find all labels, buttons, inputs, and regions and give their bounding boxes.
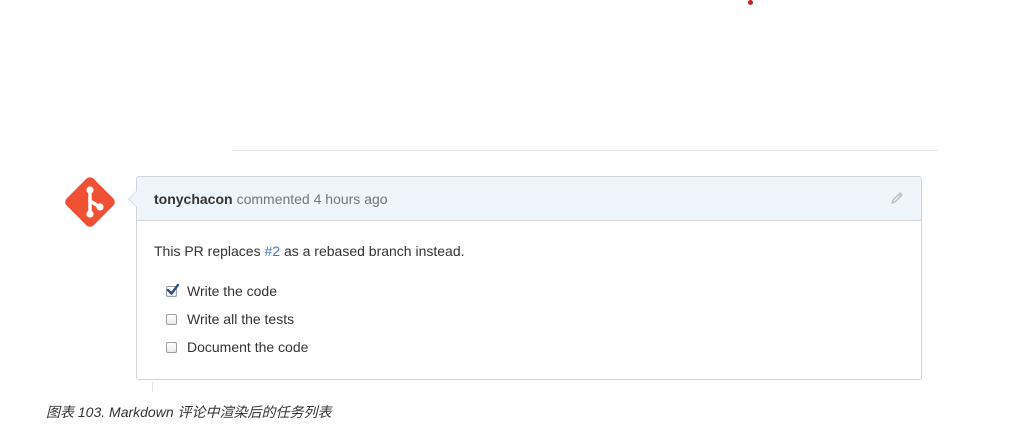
comment-header: tonychacon commented 4 hours ago: [128, 177, 921, 221]
task-checkbox[interactable]: [166, 341, 177, 353]
comment-box: tonychacon commented 4 hours ago This PR…: [128, 176, 922, 380]
figure-caption: 图表 103. Markdown 评论中渲染后的任务列表: [46, 404, 332, 420]
task-list: Write the code Write all the tests Docum…: [154, 277, 904, 361]
checkmark-icon: [166, 283, 180, 295]
red-dot: [748, 0, 753, 5]
task-label: Write the code: [187, 283, 278, 299]
comment-text: This PR replaces #2 as a rebased branch …: [154, 243, 465, 259]
pencil-icon[interactable]: [889, 190, 905, 206]
git-logo-icon: [65, 177, 115, 227]
comment-author[interactable]: tonychacon: [154, 191, 233, 207]
task-item: Document the code: [154, 333, 904, 361]
timeline-line: [152, 382, 153, 392]
issue-link[interactable]: #2: [264, 243, 280, 259]
task-item: Write the code: [154, 277, 904, 305]
task-checkbox-checked[interactable]: [166, 283, 180, 297]
comment-body: This PR replaces #2 as a rebased branch …: [137, 221, 921, 361]
comment-meta: commented 4 hours ago: [236, 190, 388, 207]
task-checkbox[interactable]: [166, 313, 177, 325]
avatar[interactable]: [62, 174, 118, 230]
task-label: Document the code: [187, 339, 309, 355]
divider: [232, 150, 938, 151]
task-item: Write all the tests: [154, 305, 904, 333]
task-label: Write all the tests: [187, 311, 295, 327]
